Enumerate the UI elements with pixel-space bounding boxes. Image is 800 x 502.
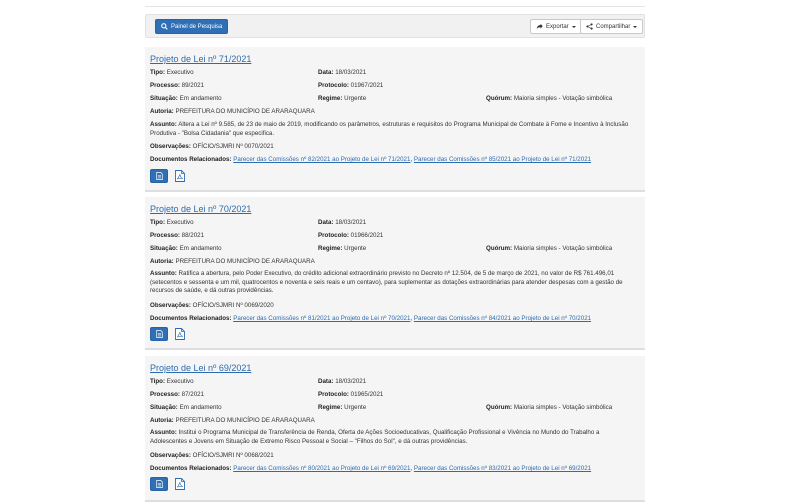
documentos-field: Documentos Relacionados: Parecer das Com…	[150, 465, 592, 472]
card-title-link[interactable]: Projeto de Lei nº 69/2021	[150, 363, 251, 373]
export-button[interactable]: Exportar	[530, 19, 582, 34]
doc-link[interactable]: Parecer das Comissões nº 85/2021 ao Proj…	[414, 156, 591, 163]
autoria-field: Autoria: PREFEITURA DO MUNICÍPIO DE ARAR…	[150, 108, 315, 115]
data-field: Data: 18/03/2021	[318, 378, 367, 385]
autoria-field: Autoria: PREFEITURA DO MUNICÍPIO DE ARAR…	[150, 258, 315, 265]
chevron-down-icon	[571, 25, 576, 28]
data-field: Data: 18/03/2021	[318, 219, 367, 226]
document-button[interactable]	[150, 327, 168, 341]
documentos-field: Documentos Relacionados: Parecer das Com…	[150, 156, 592, 163]
document-icon	[155, 480, 163, 488]
card-title-link[interactable]: Projeto de Lei nº 70/2021	[150, 204, 251, 214]
quorum-field: Quórum: Maioria simples - Votação simból…	[486, 404, 613, 411]
autoria-field: Autoria: PREFEITURA DO MUNICÍPIO DE ARAR…	[150, 417, 315, 424]
tipo-field: Tipo: Executivo	[150, 219, 194, 226]
situacao-field: Situação: Em andamento	[150, 95, 222, 102]
regime-field: Regime: Urgente	[318, 95, 367, 102]
tipo-field: Tipo: Executivo	[150, 378, 194, 385]
pdf-button[interactable]	[173, 327, 187, 341]
doc-link[interactable]: Parecer das Comissões nº 80/2021 ao Proj…	[233, 465, 410, 472]
materia-card: Projeto de Lei nº 71/2021 Tipo: Executiv…	[145, 47, 645, 192]
share-nodes-icon	[586, 23, 593, 30]
situacao-field: Situação: Em andamento	[150, 245, 222, 252]
regime-field: Regime: Urgente	[318, 245, 367, 252]
processo-field: Processo: 89/2021	[150, 82, 205, 89]
protocolo-field: Protocolo: 01966/2021	[318, 232, 384, 239]
pdf-button[interactable]	[173, 477, 187, 491]
doc-link[interactable]: Parecer das Comissões nº 82/2021 ao Proj…	[233, 156, 410, 163]
assunto-field: Assunto: Ratifica a abertura, pelo Poder…	[150, 270, 623, 294]
assunto-field: Assunto: Institui o Programa Municipal d…	[150, 429, 600, 445]
pdf-file-icon	[175, 328, 185, 340]
processo-field: Processo: 87/2021	[150, 391, 205, 398]
processo-field: Processo: 88/2021	[150, 232, 205, 239]
materia-card: Projeto de Lei nº 69/2021 Tipo: Executiv…	[145, 356, 645, 502]
share-button[interactable]: Compartilhar	[580, 19, 644, 34]
quorum-field: Quórum: Maioria simples - Votação simból…	[486, 245, 613, 252]
pdf-file-icon	[175, 170, 185, 182]
doc-link[interactable]: Parecer das Comissões nº 83/2021 ao Proj…	[414, 465, 591, 472]
documentos-field: Documentos Relacionados: Parecer das Com…	[150, 315, 592, 322]
export-label: Exportar	[546, 23, 569, 30]
toolbar: Painel de Pesquisa Exportar Compartilhar	[145, 14, 645, 38]
assunto-field: Assunto: Altera a Lei nº 9.585, de 23 de…	[150, 121, 629, 137]
search-icon	[161, 23, 168, 30]
share-arrow-icon	[536, 23, 543, 29]
protocolo-field: Protocolo: 01967/2021	[318, 82, 384, 89]
doc-link[interactable]: Parecer das Comissões nº 81/2021 ao Proj…	[233, 315, 410, 322]
top-divider	[145, 6, 645, 7]
card-title-link[interactable]: Projeto de Lei nº 71/2021	[150, 54, 251, 64]
observacoes-field: Observações: OFÍCIO/SJMRI Nº 0070/2021	[150, 143, 274, 150]
doc-link[interactable]: Parecer das Comissões nº 84/2021 ao Proj…	[414, 315, 591, 322]
search-panel-label: Painel de Pesquisa	[171, 23, 223, 30]
data-field: Data: 18/03/2021	[318, 69, 367, 76]
chevron-down-icon	[633, 25, 638, 28]
document-icon	[155, 330, 163, 338]
document-button[interactable]	[150, 477, 168, 491]
regime-field: Regime: Urgente	[318, 404, 367, 411]
situacao-field: Situação: Em andamento	[150, 404, 222, 411]
quorum-field: Quórum: Maioria simples - Votação simból…	[486, 95, 613, 102]
materia-card: Projeto de Lei nº 70/2021 Tipo: Executiv…	[145, 197, 645, 350]
search-panel-button[interactable]: Painel de Pesquisa	[155, 19, 229, 34]
pdf-file-icon	[175, 478, 185, 490]
pdf-button[interactable]	[173, 169, 187, 183]
tipo-field: Tipo: Executivo	[150, 69, 194, 76]
document-button[interactable]	[150, 169, 168, 183]
share-label: Compartilhar	[596, 23, 631, 30]
protocolo-field: Protocolo: 01965/2021	[318, 391, 384, 398]
observacoes-field: Observações: OFÍCIO/SJMRI Nº 0068/2021	[150, 452, 274, 459]
document-icon	[155, 172, 163, 180]
observacoes-field: Observações: OFÍCIO/SJMRI Nº 0069/2020	[150, 302, 274, 309]
